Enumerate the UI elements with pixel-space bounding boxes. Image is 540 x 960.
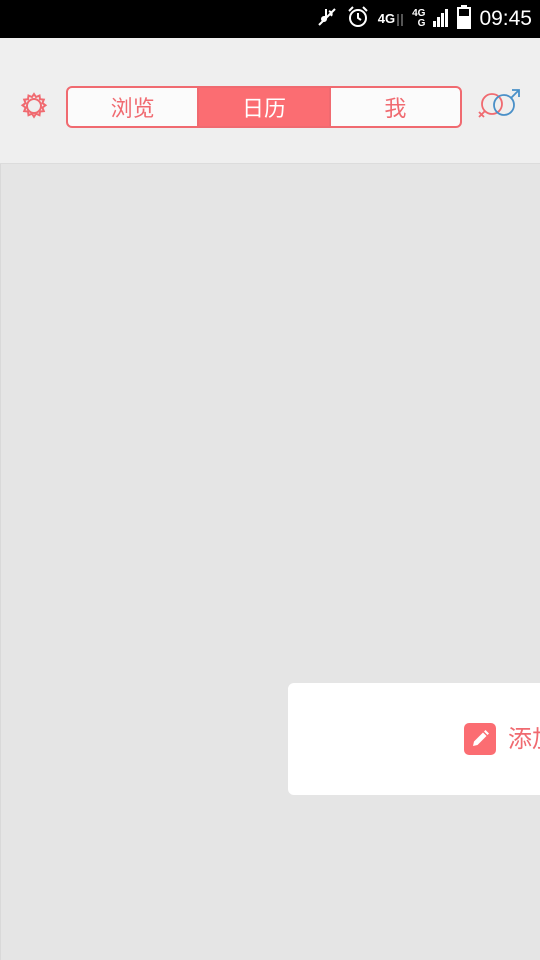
status-icons: 4G 4G G 09:45: [316, 0, 532, 38]
tab-calendar[interactable]: 日历: [197, 88, 329, 126]
data-arrows-icon: [397, 14, 403, 26]
tab-label-me: 我: [384, 97, 407, 122]
settings-button[interactable]: [16, 90, 52, 126]
status-time: 09:45: [479, 7, 532, 30]
tab-segmented-control: 浏览 日历 我: [66, 86, 462, 128]
network-type-1: 4G: [377, 11, 396, 26]
network-label-2: 4G G: [412, 9, 425, 29]
tab-browse[interactable]: 浏览: [68, 88, 197, 126]
network-type-2-bottom: G: [417, 18, 426, 29]
top-toolbar: 浏览 日历 我: [0, 38, 540, 164]
tab-label-browse: 浏览: [110, 97, 155, 122]
gender-switch-button[interactable]: [474, 86, 526, 130]
left-edge-divider: [0, 164, 1, 960]
network-label-1: 4G: [378, 12, 404, 26]
add-record-label: 添加: [508, 725, 540, 753]
signal-icon: [433, 7, 449, 31]
alarm-icon: [346, 5, 370, 33]
female-male-icon: [475, 86, 525, 130]
tab-label-calendar: 日历: [241, 97, 286, 122]
pencil-icon: [464, 723, 496, 755]
mute-icon: [316, 6, 338, 32]
gear-icon: [19, 91, 49, 125]
status-bar: 4G 4G G 09:45: [0, 0, 540, 38]
add-record-card[interactable]: 添加: [288, 683, 540, 795]
tab-me[interactable]: 我: [328, 88, 460, 126]
calendar-content-area: [0, 164, 540, 960]
battery-icon: [457, 5, 472, 33]
